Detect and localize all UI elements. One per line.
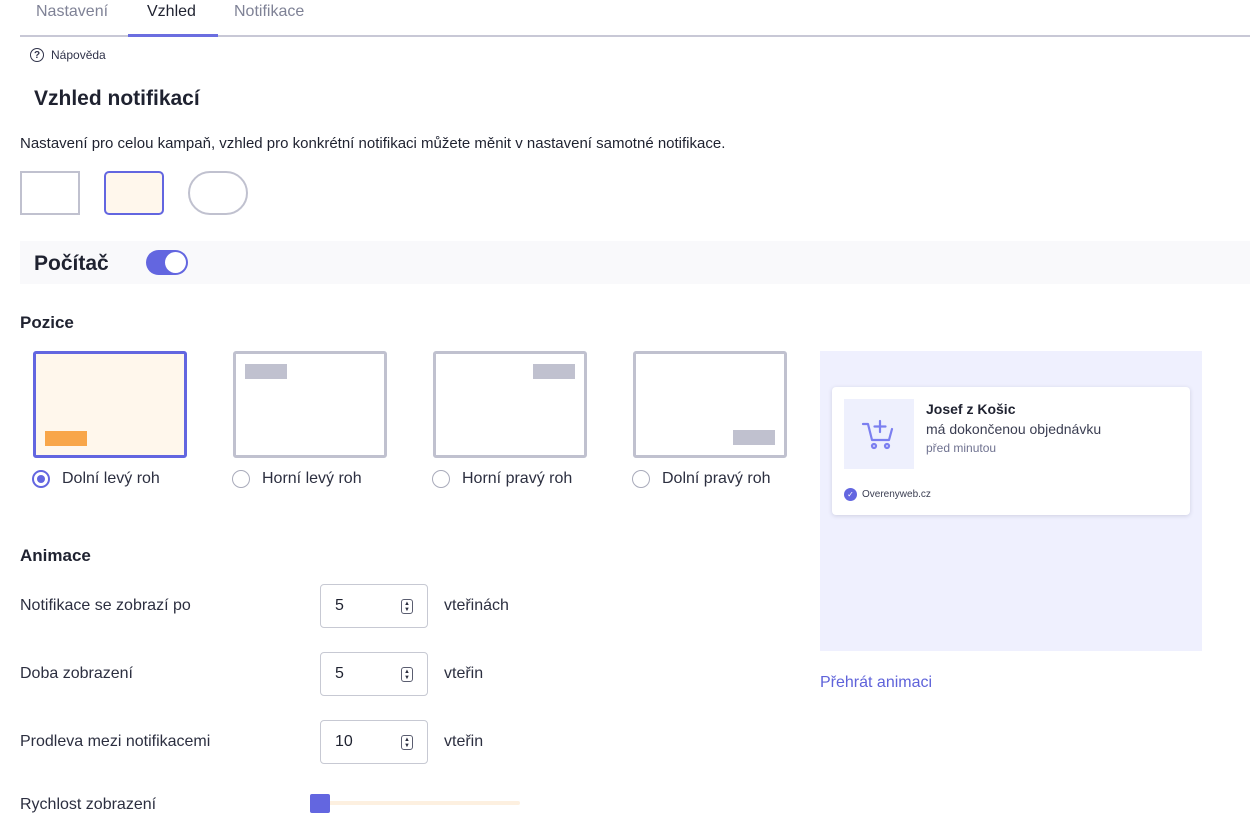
notification-preview: Josef z Košic má dokončenou objednávku p… [820,351,1202,651]
radio-label: Dolní levý roh [62,470,160,487]
radio-top-left[interactable]: Horní levý roh [232,470,362,488]
position-marker [533,364,575,379]
help-label: Nápověda [51,48,106,62]
interval-label: Prodleva mezi notifikacemi [20,733,211,750]
duration-input[interactable]: 5 ▲ ▼ [320,652,428,696]
play-animation-link[interactable]: Přehrát animaci [820,674,932,692]
speed-label: Rychlost zobrazení [20,796,157,813]
radio-label: Dolní pravý roh [662,470,771,487]
speed-slider-track[interactable] [320,801,520,805]
page-title: Vzhled notifikací [34,87,200,110]
device-section-header: Počítač [20,241,1250,284]
delay-unit: vteřinách [444,597,509,614]
tab-notifikace[interactable]: Notifikace [234,0,304,36]
position-marker [245,364,287,379]
notification-card: Josef z Košic má dokončenou objednávku p… [832,387,1190,515]
page-description: Nastavení pro celou kampaň, vzhled pro k… [20,135,726,152]
question-circle-icon: ? [30,48,44,62]
duration-unit: vteřin [444,665,484,682]
radio-label: Horní levý roh [262,470,362,487]
help-link[interactable]: ? Nápověda [30,48,106,62]
active-tab-indicator [128,34,218,37]
card-time: před minutou [926,441,997,455]
card-name: Josef z Košic [926,401,1016,417]
cart-plus-icon [861,419,894,450]
check-badge-icon: ✓ [844,488,857,501]
delay-label: Notifikace se zobrazí po [20,597,191,614]
duration-label: Doba zobrazení [20,665,133,682]
card-brand: Overenyweb.cz [862,489,931,500]
interval-input[interactable]: 10 ▲ ▼ [320,720,428,764]
radio-label: Horní pravý roh [462,470,573,487]
position-marker [45,431,87,446]
radio-button[interactable] [32,470,50,488]
shape-pill-option[interactable] [188,171,248,215]
spinner-icon[interactable]: ▲ ▼ [401,667,413,682]
radio-button[interactable] [632,470,650,488]
device-section-title: Počítač [34,252,109,275]
position-top-right-box[interactable] [433,351,587,458]
delay-input[interactable]: 5 ▲ ▼ [320,584,428,628]
shape-square-option[interactable] [20,171,80,215]
spinner-icon[interactable]: ▲ ▼ [401,735,413,750]
position-top-left-box[interactable] [233,351,387,458]
radio-bottom-right[interactable]: Dolní pravý roh [632,470,771,488]
position-bottom-right-box[interactable] [633,351,787,458]
radio-top-right[interactable]: Horní pravý roh [432,470,572,488]
animation-title: Animace [20,546,91,565]
delay-value: 5 [335,597,344,614]
interval-unit: vteřin [444,733,484,750]
card-footer: ✓ Overenyweb.cz [844,488,931,501]
spinner-icon[interactable]: ▲ ▼ [401,599,413,614]
toggle-knob [165,252,186,273]
radio-button[interactable] [232,470,250,488]
tab-vzhled[interactable]: Vzhled [147,0,196,36]
interval-value: 10 [335,733,353,750]
position-marker [733,430,775,445]
position-title: Pozice [20,313,74,332]
tab-nastaveni[interactable]: Nastavení [36,0,108,36]
device-toggle[interactable] [146,250,188,275]
position-bottom-left-box[interactable] [33,351,187,458]
duration-value: 5 [335,665,344,682]
radio-button[interactable] [432,470,450,488]
shape-rounded-option[interactable] [104,171,164,215]
speed-slider-thumb[interactable] [310,794,330,813]
card-icon-box [844,399,914,469]
radio-bottom-left[interactable]: Dolní levý roh [32,470,160,488]
card-action: má dokončenou objednávku [926,421,1102,437]
